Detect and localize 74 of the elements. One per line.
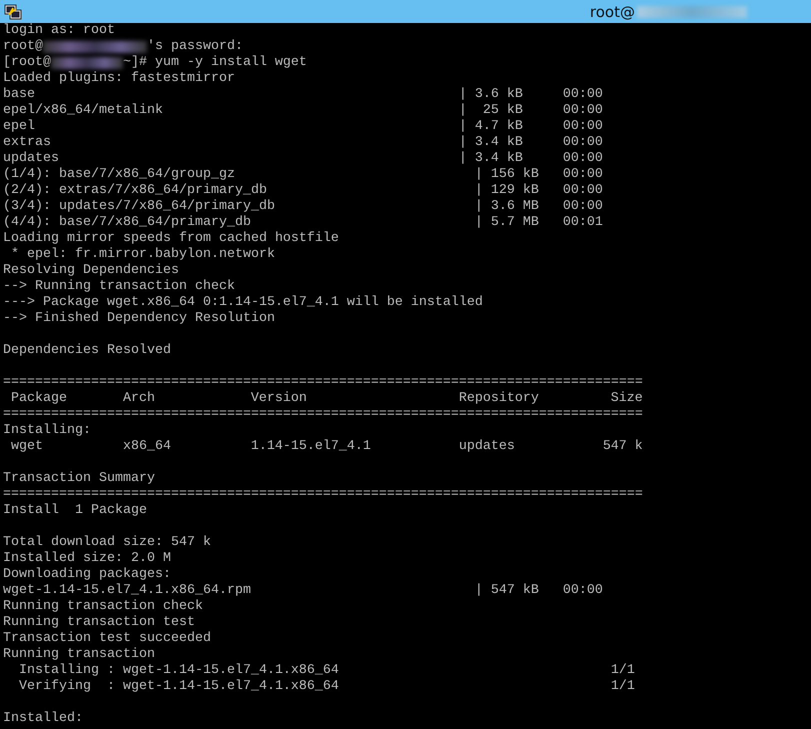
- package-name: (3/4): updates/7/x86_64/primary_db: [3, 199, 276, 215]
- transfer-size: | 3.4 kB: [458, 135, 524, 151]
- transfer-time: 00:00: [562, 183, 603, 199]
- transfer-time: 00:00: [562, 151, 603, 167]
- package-name: base: [3, 87, 36, 103]
- prompt-text: root@: [3, 39, 43, 55]
- transfer-size: | 3.4 kB: [458, 151, 524, 167]
- terminal-line: Install 1 Package: [3, 503, 147, 519]
- transfer-size: | 3.6 MB: [474, 199, 540, 215]
- transfer-time: 00:00: [562, 135, 603, 151]
- terminal-line: Dependencies Resolved: [3, 343, 171, 359]
- package-name: (2/4): extras/7/x86_64/primary_db: [3, 183, 268, 199]
- transfer-time: 00:00: [562, 199, 603, 215]
- transfer-size: | 3.6 kB: [458, 87, 524, 103]
- prompt-text: [root@: [3, 55, 51, 71]
- terminal-line: Resolving Dependencies: [3, 263, 179, 279]
- terminal-line: Total download size: 547 k: [3, 535, 211, 551]
- rule-line: ================================================================================: [3, 407, 643, 423]
- table-cell-text: Size: [610, 391, 643, 407]
- terminal-line: Downloading packages:: [3, 567, 171, 583]
- package-name: epel: [3, 119, 36, 135]
- rule-line: ================================================================================: [3, 487, 643, 503]
- table-cell-text: Repository: [458, 391, 540, 407]
- prompt-text: ~]# yum -y install wget: [122, 55, 307, 71]
- terminal-line: Installed size: 2.0 M: [3, 551, 171, 567]
- prompt-text: 's password:: [146, 39, 243, 55]
- table-cell-text: Package: [10, 391, 68, 407]
- step-count: 1/1: [610, 663, 635, 679]
- terminal-line: Transaction test succeeded: [3, 631, 211, 647]
- package-name: epel/x86_64/metalink: [3, 103, 164, 119]
- terminal-line: Installing:: [3, 423, 91, 439]
- transfer-time: 00:00: [562, 119, 603, 135]
- terminal-line: Transaction Summary: [3, 471, 155, 487]
- terminal-line: --> Finished Dependency Resolution: [3, 311, 275, 327]
- package-name: (4/4): base/7/x86_64/primary_db: [3, 215, 252, 231]
- terminal-line: login as: root: [3, 23, 115, 39]
- transfer-time: 00:01: [562, 215, 603, 231]
- terminal-line: Loading mirror speeds from cached hostfile: [3, 231, 339, 247]
- terminal-app-icon: [4, 2, 22, 20]
- table-cell-text: x86_64: [122, 439, 172, 455]
- terminal-line: * epel: fr.mirror.babylon.network: [10, 247, 275, 263]
- package-name: wget-1.14-15.el7_4.1.x86_64.rpm: [3, 583, 252, 599]
- transfer-time: 00:00: [562, 103, 603, 119]
- transfer-size: | 129 kB: [474, 183, 540, 199]
- table-cell-text: wget: [10, 439, 44, 455]
- transfer-time: 00:00: [562, 167, 603, 183]
- transfer-size: | 547 kB: [474, 583, 540, 599]
- terminal-line: Loaded plugins: fastestmirror: [3, 71, 235, 87]
- package-name: updates: [3, 151, 60, 167]
- package-name: extras: [3, 135, 52, 151]
- terminal-line: ---> Package wget.x86_64 0:1.14-15.el7_4.1 will be installed: [3, 295, 483, 311]
- terminal-line: Running transaction test: [3, 615, 195, 631]
- transfer-time: 00:00: [562, 583, 603, 599]
- transfer-size: | 4.7 kB: [458, 119, 524, 135]
- table-cell-text: Arch: [122, 391, 156, 407]
- terminal-line: Installed:: [3, 711, 83, 727]
- transfer-size: | 156 kB: [474, 167, 540, 183]
- rule-line: ================================================================================: [3, 375, 643, 391]
- transaction-step: Verifying : wget-1.14-15.el7_4.1.x86_64: [3, 679, 611, 695]
- table-cell-text: 1.14-15.el7_4.1: [250, 439, 372, 455]
- transfer-size: | 25 kB: [458, 103, 524, 119]
- transaction-step: Installing : wget-1.14-15.el7_4.1.x86_64: [3, 663, 611, 679]
- package-name: (1/4): base/7/x86_64/group_gz: [3, 167, 236, 183]
- transfer-size: | 5.7 MB: [474, 215, 540, 231]
- step-count: 1/1: [610, 679, 635, 695]
- terminal-line: Running transaction: [3, 647, 155, 663]
- table-cell-text: Version: [250, 391, 308, 407]
- transfer-time: 00:00: [562, 87, 603, 103]
- table-cell-text: updates: [458, 439, 516, 455]
- window-title: root@: [590, 2, 635, 20]
- redacted-blur: [51, 57, 123, 69]
- table-cell: 547 k: [602, 439, 643, 455]
- terminal-line: --> Running transaction check: [3, 279, 235, 295]
- terminal-line: Running transaction check: [3, 599, 203, 615]
